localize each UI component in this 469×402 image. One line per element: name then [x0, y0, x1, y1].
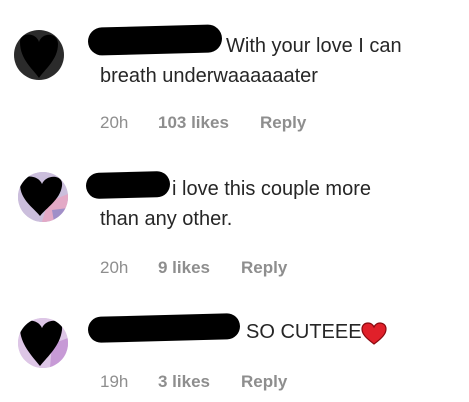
avatar[interactable]	[18, 318, 68, 368]
comment-3: SO CUTEEE 19h 3 likes Reply	[0, 0, 469, 402]
likes-count[interactable]: 3 likes	[158, 372, 210, 392]
comment-text: SO CUTEEE	[246, 321, 362, 343]
reply-button[interactable]: Reply	[241, 372, 287, 392]
red-heart-icon	[361, 322, 387, 345]
timestamp: 19h	[100, 372, 129, 391]
redacted-username[interactable]	[87, 313, 241, 343]
redacted-avatar-icon	[18, 318, 68, 368]
